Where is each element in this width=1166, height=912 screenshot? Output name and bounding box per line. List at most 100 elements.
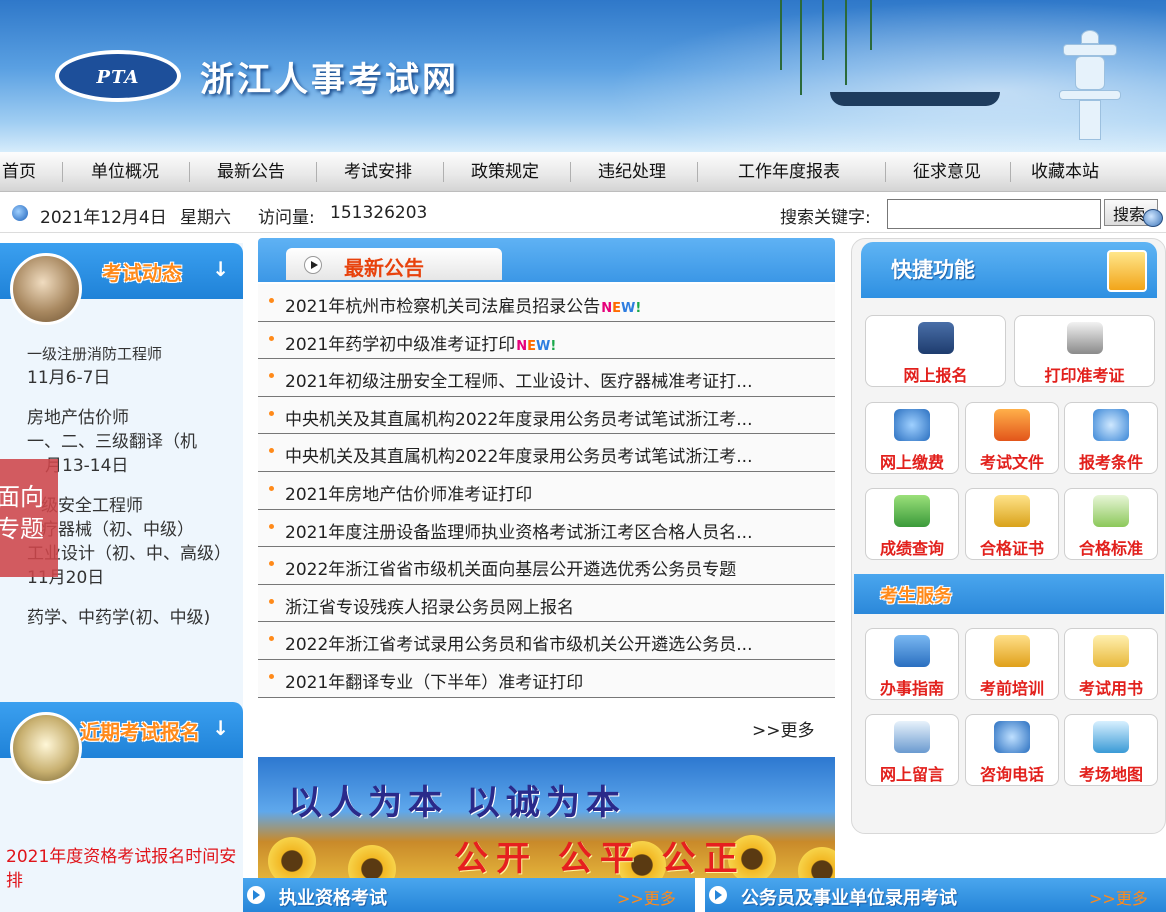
site-logo[interactable]: PTA <box>55 50 181 102</box>
slogan-banner[interactable]: 以人为本 以诚为本 公开 公平 公正 <box>258 757 835 878</box>
news-item[interactable]: 2022年浙江省省市级机关面向基层公开遴选优秀公务员专题 <box>258 547 835 585</box>
news-title: 中央机关及其直属机构2022年度录用公务员考试笔试浙江考... <box>285 405 805 430</box>
tile-label: 打印准考证 <box>1044 366 1125 385</box>
news-title-text: 2021年翻译专业（下半年）准考证打印 <box>285 672 584 693</box>
certificate-icon <box>994 495 1030 527</box>
laptop-icon <box>917 322 954 354</box>
civil-service-title: 公务员及事业单位录用考试 <box>741 888 957 909</box>
tile-label: 网上留言 <box>879 765 944 784</box>
exam-detail: 一、二、三级翻译（机 <box>27 432 197 452</box>
civil-service-more[interactable]: >>更多 <box>1089 885 1148 909</box>
registration-schedule-link[interactable]: 2021年度资格考试报名时间安排 <box>6 845 238 893</box>
slogan-line-1: 以人为本 以诚为本 <box>288 783 626 823</box>
tile-label: 网上缴费 <box>879 453 944 472</box>
recent-registration-avatar <box>10 712 82 784</box>
news-item[interactable]: 中央机关及其直属机构2022年度录用公务员考试笔试浙江考... <box>258 434 835 472</box>
consult-phone-button[interactable]: 咨询电话 <box>965 714 1059 786</box>
tab-latest-notices[interactable]: 最新公告 <box>286 248 502 280</box>
message-icon <box>894 721 930 753</box>
logo-text: PTA <box>96 67 140 88</box>
exam-news-header: 考试动态 ↓ <box>0 243 243 325</box>
exam-name: 一级注册消防工程师 <box>27 345 163 363</box>
news-item[interactable]: 2021年杭州市检察机关司法雇员招录公告NEW! <box>258 284 835 322</box>
search-label: 搜索关键字: <box>780 208 871 228</box>
news-item[interactable]: 中央机关及其直属机构2022年度录用公务员考试笔试浙江考... <box>258 396 835 435</box>
sunflower-icon <box>268 837 316 878</box>
news-title: 浙江省专设残疾人招录公务员网上报名 <box>285 593 805 618</box>
documents-icon <box>994 409 1030 441</box>
bullet-icon <box>269 636 274 642</box>
nav-latest-notices[interactable]: 最新公告 <box>217 152 285 192</box>
nav-policies[interactable]: 政策规定 <box>471 152 539 192</box>
magnifier-icon <box>894 495 930 527</box>
news-item[interactable]: 浙江省专设残疾人招录公务员网上报名 <box>258 584 835 623</box>
news-item[interactable]: 2021年翻译专业（下半年）准考证打印 <box>258 659 835 698</box>
news-title-text: 2021年度注册设备监理师执业资格考试浙江考区合格人员名... <box>285 522 753 543</box>
news-title-text: 2021年杭州市检察机关司法雇员招录公告 <box>285 297 601 317</box>
exam-news-item[interactable]: 一级注册消防工程师 11月6-7日 <box>27 342 227 390</box>
registration-conditions-button[interactable]: 报考条件 <box>1064 402 1158 474</box>
exam-books-button[interactable]: 考试用书 <box>1064 628 1158 700</box>
professional-qualification-more[interactable]: >>更多 <box>617 885 676 909</box>
nav-violations[interactable]: 违纪处理 <box>598 152 666 192</box>
floating-ad[interactable]: 面向 专题 <box>0 459 58 577</box>
main-nav: 首页 单位概况 最新公告 考试安排 政策规定 违纪处理 工作年度报表 征求意见 … <box>0 152 1166 192</box>
online-payment-button[interactable]: 网上缴费 <box>865 402 959 474</box>
nav-feedback[interactable]: 征求意见 <box>913 152 981 192</box>
nav-divider <box>316 162 317 182</box>
nav-bookmark[interactable]: 收藏本站 <box>1031 152 1099 192</box>
online-registration-button[interactable]: 网上报名 <box>865 315 1006 387</box>
news-title: 2021年杭州市检察机关司法雇员招录公告NEW! <box>285 292 805 317</box>
nav-home[interactable]: 首页 <box>2 152 36 192</box>
exam-date: 11月6-7日 <box>27 368 111 388</box>
news-title: 2021年度注册设备监理师执业资格考试浙江考区合格人员名... <box>285 518 805 543</box>
play-icon <box>247 886 265 904</box>
exam-venue-map-button[interactable]: 考场地图 <box>1064 714 1158 786</box>
news-title: 2021年翻译专业（下半年）准考证打印 <box>285 668 805 693</box>
guide-button[interactable]: 办事指南 <box>865 628 959 700</box>
news-item[interactable]: 2021年初级注册安全工程师、工业设计、医疗器械准考证打... <box>258 359 835 397</box>
nav-about[interactable]: 单位概况 <box>91 152 159 192</box>
nav-divider <box>697 162 698 182</box>
pre-exam-training-button[interactable]: 考前培训 <box>965 628 1059 700</box>
banner-decoration <box>845 0 847 85</box>
news-item[interactable]: 2021年度注册设备监理师执业资格考试浙江考区合格人员名... <box>258 509 835 548</box>
site-banner: PTA 浙江人事考试网 <box>0 0 1166 152</box>
search-icon[interactable] <box>1143 209 1163 227</box>
candidate-services-title: 考生服务 <box>880 586 952 607</box>
search-input[interactable] <box>887 199 1101 229</box>
nav-divider <box>189 162 190 182</box>
print-admission-ticket-button[interactable]: 打印准考证 <box>1014 315 1155 387</box>
banner-decoration <box>870 0 872 50</box>
professional-qualification-title: 执业资格考试 <box>279 888 387 909</box>
arrow-down-icon: ↓ <box>212 716 229 740</box>
news-item[interactable]: 2022年浙江省考试录用公务员和省市级机关公开遴选公务员... <box>258 622 835 660</box>
exam-news-item[interactable]: 药学、中药学(初、中级) <box>27 606 227 630</box>
banner-pagoda <box>1055 30 1125 140</box>
globe-icon <box>12 205 28 221</box>
help-shield-icon <box>994 721 1030 753</box>
news-title-text: 浙江省专设残疾人招录公务员网上报名 <box>285 597 574 618</box>
bullet-icon <box>269 335 274 341</box>
news-title-text: 2022年浙江省考试录用公务员和省市级机关公开遴选公务员... <box>285 635 753 656</box>
nav-annual-report[interactable]: 工作年度报表 <box>738 152 840 192</box>
passing-standard-button[interactable]: 合格标准 <box>1064 488 1158 560</box>
score-query-button[interactable]: 成绩查询 <box>865 488 959 560</box>
quick-functions-title: 快捷功能 <box>891 258 975 282</box>
nav-exam-schedule[interactable]: 考试安排 <box>344 152 412 192</box>
news-list: 2021年杭州市检察机关司法雇员招录公告NEW! 2021年药学初中级准考证打印N… <box>258 284 835 698</box>
news-more-link[interactable]: >>更多 <box>752 716 815 741</box>
payment-icon <box>894 409 930 441</box>
online-message-button[interactable]: 网上留言 <box>865 714 959 786</box>
certificate-button[interactable]: 合格证书 <box>965 488 1059 560</box>
news-item[interactable]: 2021年房地产估价师准考证打印 <box>258 471 835 510</box>
exam-documents-button[interactable]: 考试文件 <box>965 402 1059 474</box>
guide-icon <box>894 635 930 667</box>
news-item[interactable]: 2021年药学初中级准考证打印NEW! <box>258 321 835 360</box>
tab-label: 最新公告 <box>344 256 424 280</box>
news-title: 2022年浙江省考试录用公务员和省市级机关公开遴选公务员... <box>285 630 805 655</box>
news-title: 2021年初级注册安全工程师、工业设计、医疗器械准考证打... <box>285 367 805 392</box>
tile-label: 咨询电话 <box>979 765 1044 784</box>
training-icon <box>994 635 1030 667</box>
visits-count: 151326203 <box>330 203 428 223</box>
